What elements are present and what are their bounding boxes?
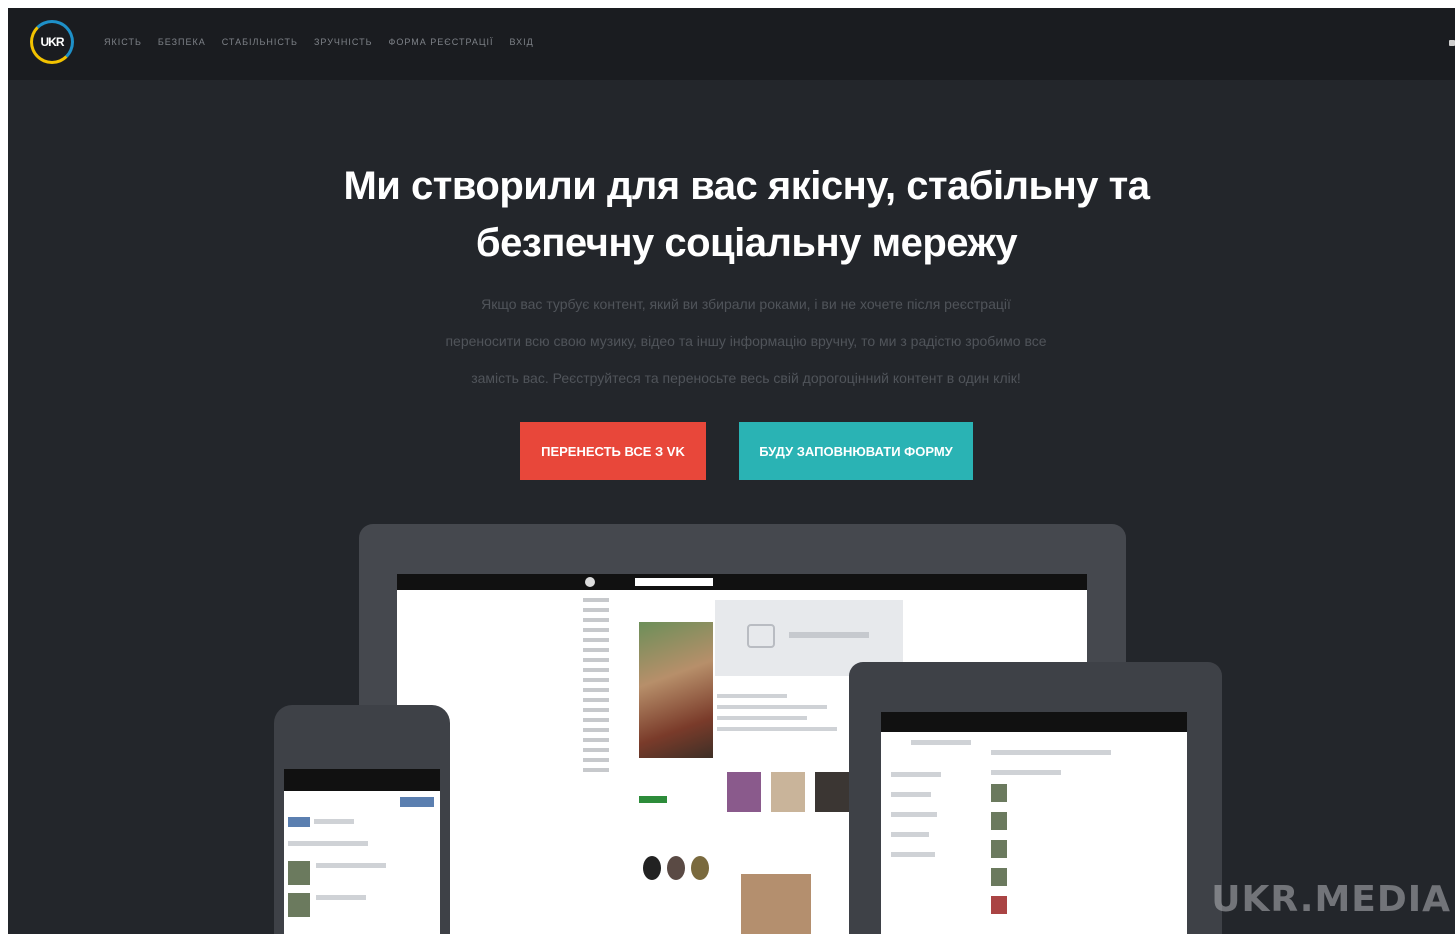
tablet-menu-item	[891, 852, 935, 857]
tablet-thumb	[991, 868, 1007, 886]
tablet-thumb	[991, 896, 1007, 914]
tablet-menu-item	[891, 832, 929, 837]
site-logo[interactable]: UKR	[30, 20, 74, 64]
mock-header	[397, 574, 1087, 590]
mock-search-bar	[635, 578, 713, 586]
mock-photo-thumb	[815, 772, 849, 812]
phone-mockup	[274, 705, 450, 934]
landing-page: UKR Якість Безпека Стабільність Зручніст…	[8, 8, 1455, 934]
tablet-thumb	[991, 812, 1007, 830]
headline-line-1: Ми створили для вас якісну, стабільну та	[343, 164, 1150, 208]
phone-thumb	[288, 893, 310, 917]
phone-header	[284, 769, 440, 791]
tablet-menu-item	[891, 772, 941, 777]
mock-friend-avatar	[643, 856, 661, 880]
nav-item-registration-form[interactable]: Форма реєстрації	[389, 37, 494, 47]
tablet-thumb	[991, 784, 1007, 802]
subtext-line-2: переносити всю свою музику, відео та інш…	[445, 333, 1047, 349]
tablet-menu-item	[891, 812, 937, 817]
nav-item-stability[interactable]: Стабільність	[222, 37, 298, 47]
headline-line-2: безпечну соціальну мережу	[475, 221, 1018, 265]
menu-icon[interactable]	[1449, 40, 1455, 46]
mock-friend-avatar	[691, 856, 709, 880]
subtext-line-3: замість вас. Реєструйтеся та переносьте …	[471, 370, 1021, 386]
phone-tab	[288, 817, 310, 827]
main-nav: Якість Безпека Стабільність Зручність Фо…	[104, 37, 534, 47]
phone-thumb	[288, 861, 310, 885]
mock-photo-thumb	[741, 874, 811, 934]
mock-friend-avatar	[667, 856, 685, 880]
tablet-screen	[881, 712, 1187, 934]
nav-item-quality[interactable]: Якість	[104, 37, 142, 47]
phone-action-button	[400, 797, 434, 807]
mock-logo-icon	[585, 577, 595, 587]
watermark: UKR.MEDIA	[1211, 879, 1451, 920]
nav-item-convenience[interactable]: Зручність	[314, 37, 373, 47]
tablet-row	[991, 770, 1061, 775]
fill-form-button[interactable]: БУДУ ЗАПОВНЮВАТИ ФОРМУ	[739, 422, 973, 480]
nav-item-login[interactable]: Вхід	[510, 37, 534, 47]
mock-cover-label	[789, 632, 869, 638]
mock-profile-photo	[639, 622, 713, 758]
mock-photo-thumb	[771, 772, 805, 812]
tablet-thumb	[991, 840, 1007, 858]
subtext-line-1: Якщо вас турбує контент, який ви збирали…	[481, 296, 1011, 312]
tablet-menu-item	[891, 792, 931, 797]
mock-photo-thumb	[727, 772, 761, 812]
top-navbar: UKR Якість Безпека Стабільність Зручніст…	[8, 8, 1455, 80]
logo-text: UKR	[40, 35, 65, 49]
tablet-header	[881, 712, 1187, 732]
phone-screen	[284, 769, 440, 934]
tablet-mockup	[849, 662, 1222, 934]
phone-row	[316, 895, 366, 900]
mock-camera-icon	[747, 624, 775, 648]
hero-headline: Ми створили для вас якісну, стабільну та…	[8, 158, 1455, 272]
phone-row	[314, 819, 354, 824]
mock-progress-bar	[639, 796, 667, 803]
mock-profile-info	[717, 694, 847, 738]
hero-subtext: Якщо вас турбує контент, який ви збирали…	[406, 286, 1086, 397]
phone-row	[316, 863, 386, 868]
nav-item-security[interactable]: Безпека	[158, 37, 206, 47]
tablet-row	[991, 750, 1111, 755]
mock-sidebar-menu	[583, 598, 623, 778]
tablet-row	[911, 740, 971, 745]
import-from-vk-button[interactable]: ПЕРЕНЕСТЬ ВСЕ З VK	[520, 422, 706, 480]
phone-row	[288, 841, 368, 846]
